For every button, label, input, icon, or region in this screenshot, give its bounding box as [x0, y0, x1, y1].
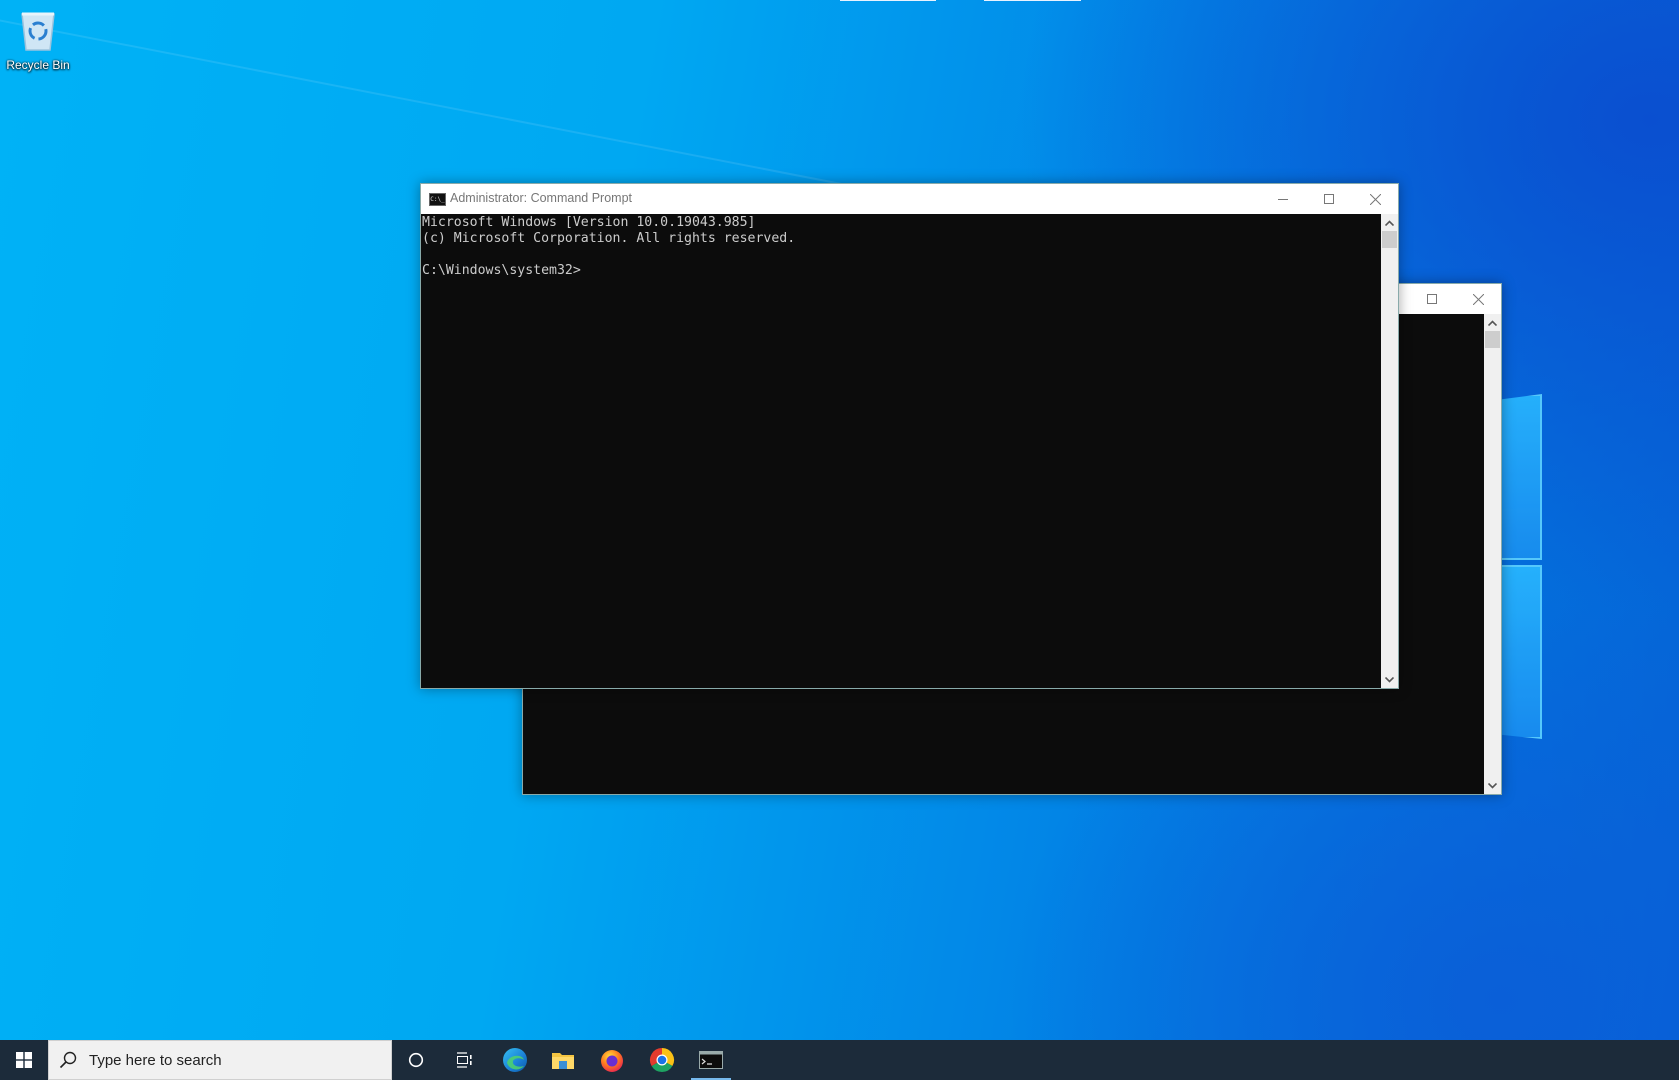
close-button[interactable]: [1455, 284, 1501, 314]
taskbar-cortana[interactable]: [392, 1040, 440, 1080]
close-icon: [1472, 293, 1484, 305]
taskbar-command-prompt[interactable]: [687, 1040, 735, 1080]
cmd-icon: C:\_: [429, 193, 446, 206]
taskbar-chrome[interactable]: [638, 1040, 686, 1080]
taskbar: Type here to search: [0, 1040, 1679, 1080]
start-button[interactable]: [0, 1040, 48, 1080]
edge-icon: [503, 1048, 527, 1072]
console-prompt[interactable]: C:\Windows\system32>: [422, 263, 581, 278]
search-icon: [59, 1051, 77, 1069]
firefox-icon: [601, 1050, 623, 1072]
minimize-icon: [1278, 199, 1288, 200]
vertical-scrollbar[interactable]: [1484, 314, 1501, 794]
maximize-icon: [1324, 194, 1334, 204]
top-edge-highlight: [840, 0, 936, 1]
close-icon: [1369, 193, 1381, 205]
taskbar-task-view[interactable]: [440, 1040, 488, 1080]
scroll-thumb[interactable]: [1485, 331, 1500, 348]
taskbar-search-box[interactable]: Type here to search: [48, 1040, 392, 1080]
task-view-icon: [457, 1052, 472, 1068]
chevron-up-icon: [1488, 319, 1497, 326]
chrome-icon: [649, 1048, 675, 1073]
scroll-down-button[interactable]: [1381, 671, 1398, 688]
console-line: (c) Microsoft Corporation. All rights re…: [422, 231, 796, 246]
maximize-icon: [1427, 294, 1437, 304]
chevron-down-icon: [1385, 676, 1394, 683]
scroll-thumb[interactable]: [1382, 231, 1397, 248]
scroll-up-button[interactable]: [1381, 214, 1398, 231]
maximize-button[interactable]: [1409, 284, 1455, 314]
vertical-scrollbar[interactable]: [1381, 214, 1398, 688]
taskbar-firefox[interactable]: [588, 1040, 636, 1080]
top-edge-highlight: [984, 0, 1081, 1]
minimize-button[interactable]: [1260, 184, 1306, 214]
cmd-icon: [699, 1051, 723, 1069]
console-output[interactable]: Microsoft Windows [Version 10.0.19043.98…: [421, 214, 1381, 688]
recycle-bin-label: Recycle Bin: [6, 58, 70, 72]
scroll-down-button[interactable]: [1484, 777, 1501, 794]
taskbar-edge[interactable]: [491, 1040, 539, 1080]
chevron-up-icon: [1385, 219, 1394, 226]
maximize-button[interactable]: [1306, 184, 1352, 214]
chevron-down-icon: [1488, 782, 1497, 789]
taskbar-file-explorer[interactable]: [539, 1040, 587, 1080]
folder-icon: [552, 1053, 574, 1069]
desktop-icon-recycle-bin[interactable]: Recycle Bin: [4, 6, 72, 72]
title-bar[interactable]: C:\_ Administrator: Command Prompt: [421, 184, 1398, 214]
console-line: Microsoft Windows [Version 10.0.19043.98…: [422, 215, 756, 230]
window-title: Administrator: Command Prompt: [450, 191, 633, 205]
windows-start-icon: [16, 1052, 32, 1068]
scroll-up-button[interactable]: [1484, 314, 1501, 331]
close-button[interactable]: [1352, 184, 1398, 214]
command-prompt-window[interactable]: C:\_ Administrator: Command Prompt Micro…: [420, 183, 1399, 689]
cortana-circle-icon: [408, 1052, 424, 1068]
recycle-bin-icon: [21, 12, 55, 51]
search-placeholder: Type here to search: [89, 1052, 222, 1069]
